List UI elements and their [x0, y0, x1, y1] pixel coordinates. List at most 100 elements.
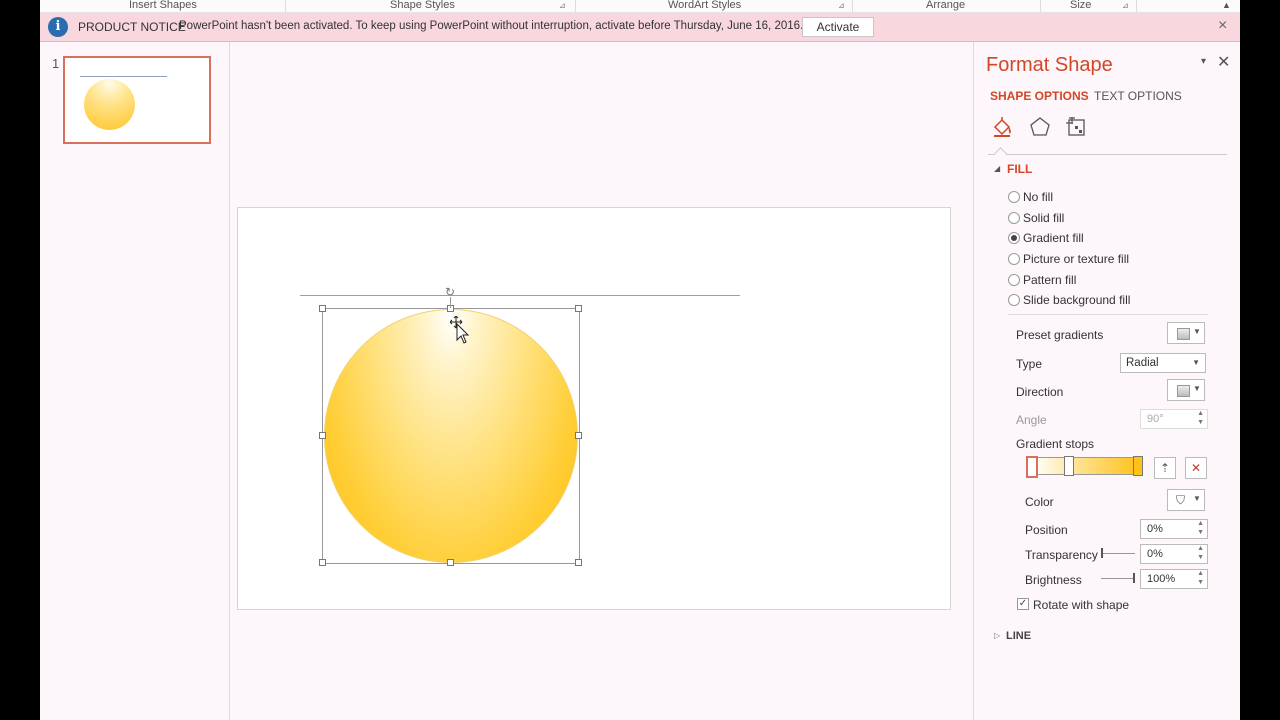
spin-down-icon[interactable]: ▼	[1197, 554, 1204, 561]
fill-section-heading[interactable]: FILL	[1007, 162, 1032, 176]
section-divider	[1008, 314, 1208, 315]
position-spinner[interactable]: 0% ▲ ▼	[1140, 519, 1208, 539]
thumbnail-circle-shape	[84, 79, 135, 130]
spin-up-icon: ▲	[1197, 410, 1204, 417]
brightness-spinner[interactable]: 100% ▲ ▼	[1140, 569, 1208, 589]
gradient-stop-2[interactable]	[1064, 456, 1074, 476]
add-gradient-stop-button[interactable]: ⇡	[1154, 457, 1176, 479]
resize-handle-bottom-left[interactable]	[319, 559, 326, 566]
transparency-value: 0%	[1147, 548, 1163, 560]
remove-gradient-stop-button[interactable]: ✕	[1185, 457, 1207, 479]
ribbon-group-label: Arrange	[926, 0, 966, 11]
title-placeholder-line[interactable]	[300, 295, 740, 296]
preset-gradients-dropdown[interactable]: ▼	[1167, 322, 1205, 344]
pane-options-icon[interactable]: ▾	[1201, 56, 1206, 67]
checkmark-icon: ✓	[1018, 598, 1028, 609]
direction-dropdown[interactable]: ▼	[1167, 379, 1205, 401]
transparency-label: Transparency	[1025, 548, 1098, 562]
thumbnail-title-line	[80, 76, 167, 77]
ribbon-group-label: Size	[1070, 0, 1092, 11]
resize-handle-bottom-right[interactable]	[575, 559, 582, 566]
spin-up-icon[interactable]: ▲	[1197, 570, 1204, 577]
tab-text-options[interactable]: TEXT OPTIONS	[1094, 89, 1182, 103]
radio-button[interactable]	[1008, 274, 1020, 286]
transparency-spinner[interactable]: 0% ▲ ▼	[1140, 544, 1208, 564]
spin-down-icon[interactable]: ▼	[1197, 529, 1204, 536]
chevron-down-icon: ▼	[1192, 358, 1200, 367]
chevron-down-icon: ▼	[1193, 494, 1201, 503]
radio-label: Pattern fill	[1023, 273, 1077, 287]
ribbon-group-shape-styles: Shape Styles	[390, 0, 455, 11]
gradient-stop-3[interactable]	[1133, 456, 1143, 476]
resize-handle-top-right[interactable]	[575, 305, 582, 312]
notice-message: PowerPoint hasn't been activated. To kee…	[179, 20, 804, 32]
resize-handle-top-left[interactable]	[319, 305, 326, 312]
resize-handle-left[interactable]	[319, 432, 326, 439]
spin-down-icon[interactable]: ▼	[1197, 579, 1204, 586]
resize-handle-bottom[interactable]	[447, 559, 454, 566]
gradient-stops-bar[interactable]	[1032, 457, 1140, 475]
slider-knob[interactable]	[1101, 548, 1103, 558]
dialog-launcher-icon[interactable]: ⊿	[1122, 0, 1129, 12]
ribbon-collapse-button[interactable]: ▲	[1222, 0, 1231, 11]
dialog-launcher-icon[interactable]: ⊿	[838, 0, 845, 12]
ribbon-group-label: Shape Styles	[390, 0, 455, 11]
add-stop-icon[interactable]: ⇡	[1160, 461, 1170, 475]
category-divider	[988, 154, 1227, 155]
remove-stop-icon[interactable]: ✕	[1191, 461, 1201, 475]
ribbon-group-label: WordArt Styles	[668, 0, 742, 11]
transparency-slider[interactable]	[1101, 548, 1135, 558]
chevron-down-icon: ▼	[1193, 384, 1201, 393]
dialog-launcher-icon[interactable]: ⊿	[559, 0, 566, 12]
radio-button[interactable]	[1008, 253, 1020, 265]
angle-label: Angle	[1016, 413, 1047, 427]
radio-label: Picture or texture fill	[1023, 252, 1130, 266]
close-icon[interactable]: ×	[1218, 17, 1227, 35]
slide-thumbnail[interactable]	[63, 56, 211, 144]
expand-triangle-icon[interactable]: ▷	[994, 631, 1000, 640]
spin-up-icon[interactable]: ▲	[1197, 545, 1204, 552]
pane-title: Format Shape	[986, 54, 1113, 76]
size-properties-icon[interactable]	[1065, 116, 1087, 138]
ribbon-group-arrange: Arrange	[926, 0, 965, 11]
color-dropdown[interactable]: ⛉ ▼	[1167, 489, 1205, 511]
radio-button[interactable]	[1008, 232, 1020, 244]
spin-up-icon[interactable]: ▲	[1197, 520, 1204, 527]
brightness-label: Brightness	[1025, 573, 1082, 587]
slider-knob[interactable]	[1133, 573, 1135, 583]
ribbon-separator	[852, 0, 853, 12]
effects-icon[interactable]	[1029, 116, 1051, 138]
position-value: 0%	[1147, 523, 1163, 535]
radio-button[interactable]	[1008, 191, 1020, 203]
selection-box	[322, 308, 580, 564]
brightness-slider[interactable]	[1101, 573, 1135, 583]
close-icon[interactable]: ✕	[1217, 52, 1230, 72]
radio-button[interactable]	[1008, 212, 1020, 224]
resize-handle-right[interactable]	[575, 432, 582, 439]
radio-button[interactable]	[1008, 294, 1020, 306]
slide-canvas[interactable]: ↻	[237, 207, 951, 610]
powerpoint-window: Insert Shapes Shape Styles ⊿ WordArt Sty…	[40, 0, 1240, 720]
format-shape-pane: Format Shape ▾ ✕ SHAPE OPTIONS TEXT OPTI…	[973, 42, 1240, 720]
radio-label: No fill	[1023, 190, 1054, 204]
paint-bucket-icon: ⛉	[1176, 493, 1186, 507]
angle-value: 90°	[1147, 413, 1164, 425]
notice-title: PRODUCT NOTICE	[78, 20, 186, 34]
gradient-stops-label: Gradient stops	[1016, 437, 1095, 451]
tab-shape-options[interactable]: SHAPE OPTIONS	[990, 89, 1089, 103]
slider-track	[1101, 578, 1135, 579]
brightness-value: 100%	[1147, 573, 1176, 585]
collapse-triangle-icon[interactable]: ◢	[994, 164, 1000, 173]
ribbon-separator	[575, 0, 576, 12]
chevron-up-icon[interactable]: ▲	[1222, 0, 1231, 10]
fill-line-icon[interactable]	[991, 116, 1013, 138]
gradient-swatch-icon	[1177, 385, 1190, 397]
type-label: Type	[1016, 357, 1043, 371]
gradient-stop-1[interactable]	[1026, 456, 1038, 478]
category-pointer	[994, 147, 1007, 160]
type-select[interactable]: Radial ▼	[1120, 353, 1206, 373]
line-section-heading[interactable]: LINE	[1006, 630, 1031, 642]
activate-button[interactable]: Activate	[802, 17, 874, 37]
rotate-handle-icon[interactable]: ↻	[444, 286, 456, 298]
rotate-with-shape-checkbox[interactable]: ✓	[1017, 598, 1029, 610]
